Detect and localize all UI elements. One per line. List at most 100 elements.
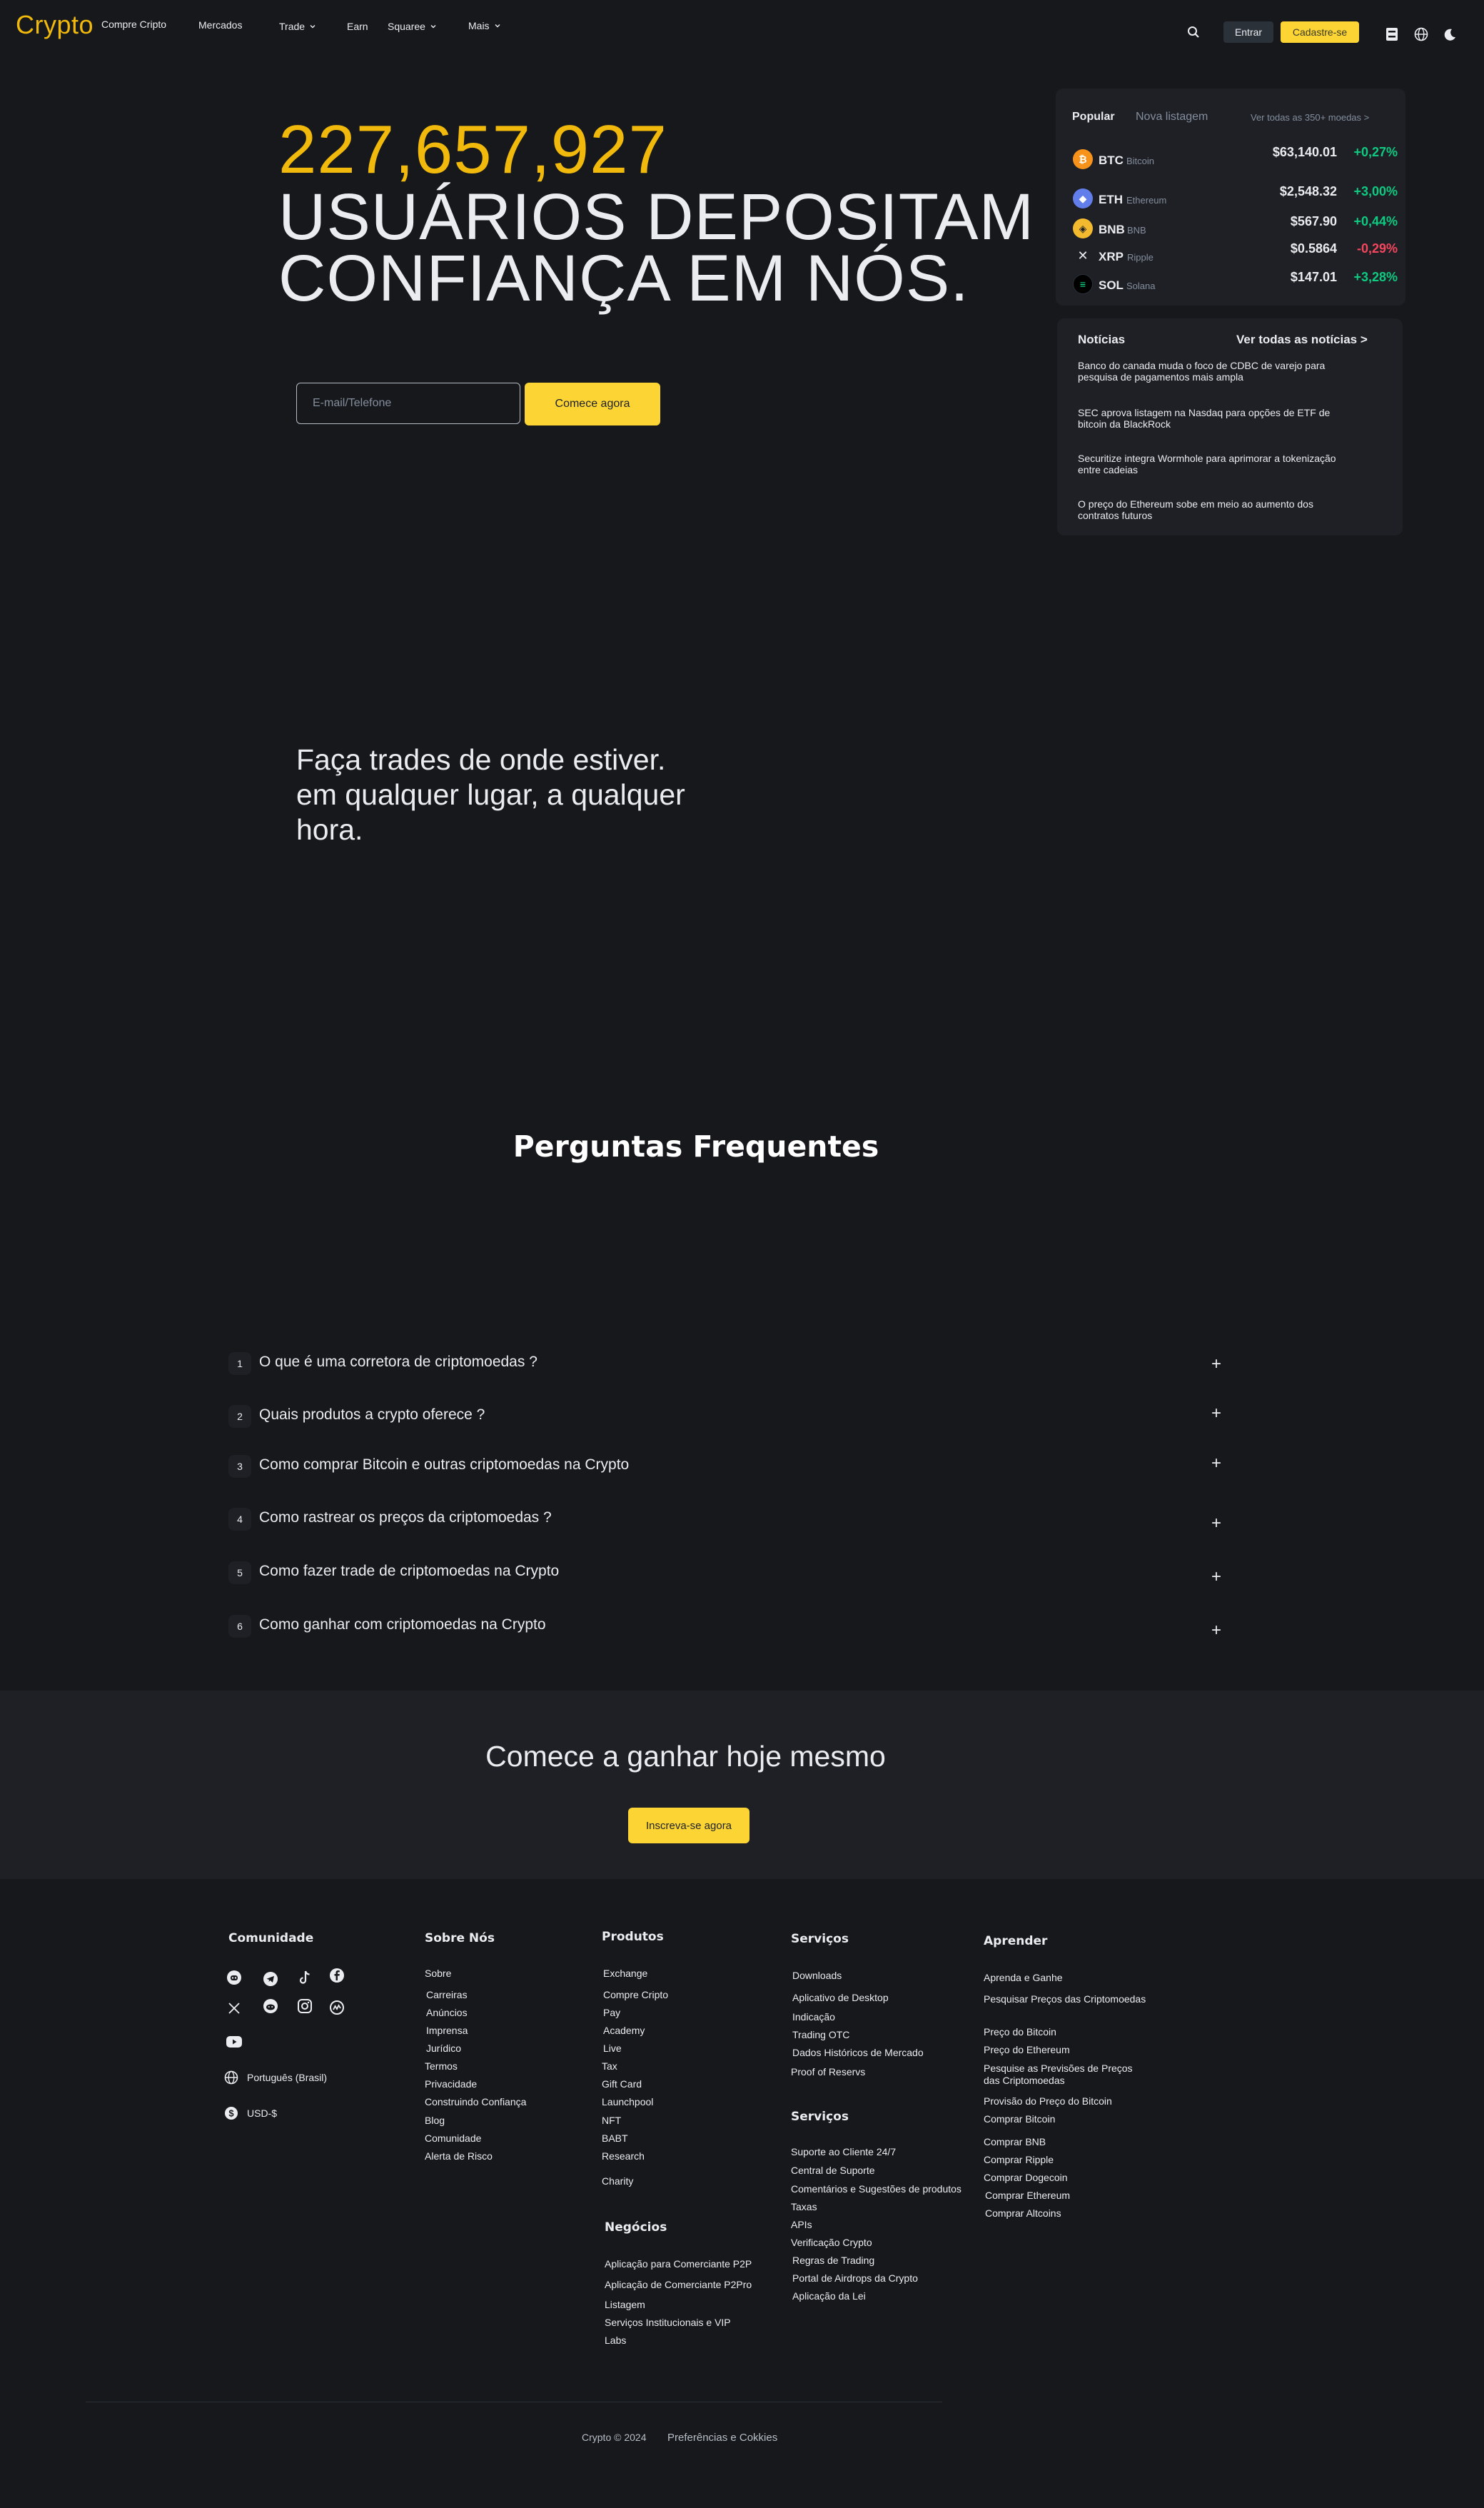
footer-link[interactable]: Dados Históricos de Mercado	[792, 2047, 924, 2059]
footer-link[interactable]: Downloads	[792, 1970, 842, 1982]
footer-link[interactable]: Comprar Altcoins	[985, 2207, 1061, 2220]
nav-compre-cripto[interactable]: Compre Cripto	[101, 19, 166, 30]
footer-link[interactable]: Comprar Bitcoin	[984, 2113, 1055, 2125]
tab-new-listing[interactable]: Nova listagem	[1136, 111, 1208, 124]
email-phone-input[interactable]	[296, 383, 520, 424]
nav-earn[interactable]: Earn	[347, 21, 368, 32]
coin-row-btc[interactable]: ₿ BTC Bitcoin $63,140.01 +0,27%	[1073, 145, 1398, 171]
footer-link[interactable]: Aprenda e Ganhe	[984, 1972, 1063, 1984]
footer-link[interactable]: Portal de Airdrops da Crypto	[792, 2272, 918, 2285]
plus-icon[interactable]: +	[1211, 1622, 1221, 1639]
footer-link[interactable]: Jurídico	[426, 2043, 461, 2055]
footer-link[interactable]: Suporte ao Cliente 24/7	[791, 2146, 896, 2158]
footer-link[interactable]: Exchange	[603, 1968, 647, 1980]
footer-link[interactable]: Listagem	[605, 2299, 645, 2311]
tab-popular[interactable]: Popular	[1072, 111, 1115, 124]
footer-link[interactable]: Aplicação da Lei	[792, 2290, 866, 2302]
footer-link[interactable]: Live	[603, 2043, 622, 2055]
footer-link[interactable]: Charity	[602, 2175, 633, 2187]
footer-link[interactable]: Anúncios	[426, 2007, 468, 2019]
faq-item-3[interactable]: 3 Como comprar Bitcoin e outras criptomo…	[228, 1451, 1228, 1479]
footer-link[interactable]: Aplicativo de Desktop	[792, 1992, 889, 2004]
nav-mercados[interactable]: Mercados	[198, 19, 242, 31]
plus-icon[interactable]: +	[1211, 1455, 1221, 1472]
signup-button[interactable]: Cadastre-se	[1281, 21, 1359, 43]
footer-link[interactable]: Gift Card	[602, 2078, 642, 2090]
news-item[interactable]: Banco do canada muda o foco de CDBC de v…	[1078, 360, 1356, 383]
footer-link[interactable]: APIs	[791, 2219, 812, 2231]
footer-link[interactable]: Labs	[605, 2335, 626, 2347]
news-item[interactable]: Securitize integra Wormhole para aprimor…	[1078, 453, 1356, 475]
tiktok-icon[interactable]	[296, 1969, 313, 1986]
cookie-preferences-link[interactable]: Preferências e Cokkies	[667, 2432, 777, 2444]
download-icon[interactable]	[1383, 26, 1400, 43]
footer-link[interactable]: Sobre	[425, 1968, 451, 1980]
footer-link[interactable]: Comunidade	[425, 2132, 481, 2145]
footer-link[interactable]: NFT	[602, 2115, 621, 2127]
plus-icon[interactable]: +	[1211, 1515, 1221, 1532]
footer-link[interactable]: Tax	[602, 2060, 617, 2073]
faq-item-2[interactable]: 2 Quais produtos a crypto oferece ? +	[228, 1401, 1228, 1429]
plus-icon[interactable]: +	[1211, 1405, 1221, 1422]
view-all-coins-link[interactable]: Ver todas as 350+ moedas >	[1251, 112, 1369, 123]
faq-item-5[interactable]: 5 Como fazer trade de criptomoedas na Cr…	[228, 1557, 1228, 1586]
faq-item-4[interactable]: 4 Como rastrear os preços da criptomoeda…	[228, 1504, 1228, 1532]
footer-link[interactable]: Proof of Reservs	[791, 2066, 865, 2078]
footer-link[interactable]: Preço do Bitcoin	[984, 2026, 1056, 2038]
footer-link[interactable]: Pay	[603, 2007, 620, 2019]
footer-link[interactable]: Privacidade	[425, 2078, 477, 2090]
language-selector[interactable]: Português (Brasil)	[224, 2070, 327, 2085]
footer-link[interactable]: Research	[602, 2150, 645, 2162]
footer-link[interactable]: Aplicação de Comerciante P2Pro	[605, 2279, 752, 2291]
footer-link[interactable]: Comprar BNB	[984, 2136, 1046, 2148]
nav-mais[interactable]: Mais	[468, 20, 501, 31]
reddit-icon[interactable]	[262, 1998, 279, 2015]
telegram-icon[interactable]	[262, 1970, 279, 1988]
footer-link[interactable]: Indicação	[792, 2011, 835, 2023]
currency-selector[interactable]: $ USD-$	[224, 2106, 277, 2120]
login-button[interactable]: Entrar	[1223, 21, 1273, 43]
footer-link[interactable]: Central de Suporte	[791, 2165, 875, 2177]
facebook-icon[interactable]	[328, 1967, 345, 1984]
footer-link[interactable]: Termos	[425, 2060, 458, 2073]
footer-link[interactable]: Preço do Ethereum	[984, 2044, 1070, 2056]
coin-row-xrp[interactable]: ✕ XRP Ripple $0.5864 -0,29%	[1073, 241, 1398, 267]
coin-row-eth[interactable]: ◆ ETH Ethereum $2,548.32 +3,00%	[1073, 184, 1398, 210]
footer-link[interactable]: Launchpool	[602, 2096, 653, 2108]
footer-link[interactable]: Carreiras	[426, 1989, 468, 2001]
brand-logo[interactable]: Crypto	[16, 10, 94, 40]
faq-item-1[interactable]: 1 O que é uma corretora de criptomoedas …	[228, 1348, 1228, 1376]
news-item[interactable]: O preço do Ethereum sobe em meio ao aume…	[1078, 498, 1356, 521]
footer-link[interactable]: Regras de Trading	[792, 2255, 874, 2267]
nav-trade[interactable]: Trade	[279, 21, 316, 32]
footer-link[interactable]: Comentários e Sugestões de produtos	[791, 2183, 961, 2195]
footer-link[interactable]: Construindo Confiança	[425, 2096, 526, 2108]
moon-icon[interactable]	[1441, 26, 1458, 44]
footer-link[interactable]: Blog	[425, 2115, 445, 2127]
globe-icon[interactable]	[1413, 26, 1430, 43]
x-icon[interactable]	[226, 2000, 243, 2017]
footer-link[interactable]: Serviços Institucionais e VIP	[605, 2317, 731, 2329]
footer-link[interactable]: Trading OTC	[792, 2029, 849, 2041]
footer-link[interactable]: Academy	[603, 2025, 645, 2037]
youtube-icon[interactable]	[226, 2033, 243, 2050]
footer-link[interactable]: Comprar Ripple	[984, 2154, 1054, 2166]
footer-link[interactable]: Comprar Ethereum	[985, 2190, 1070, 2202]
view-all-news-link[interactable]: Ver todas as notícias >	[1236, 333, 1368, 347]
footer-link[interactable]: Compre Cripto	[603, 1989, 668, 2001]
faq-item-6[interactable]: 6 Como ganhar com criptomoedas na Crypto…	[228, 1611, 1228, 1639]
footer-link[interactable]: BABT	[602, 2132, 628, 2145]
coinmarketcap-icon[interactable]	[328, 1999, 345, 2016]
footer-link[interactable]: Aplicação para Comerciante P2P	[605, 2258, 752, 2270]
footer-link[interactable]: Pesquise as Previsões de Preços das Crip…	[984, 2063, 1148, 2087]
news-item[interactable]: SEC aprova listagem na Nasdaq para opçõe…	[1078, 407, 1356, 430]
footer-link[interactable]: Taxas	[791, 2201, 817, 2213]
coin-row-bnb[interactable]: ◈ BNB BNB $567.90 +0,44%	[1073, 214, 1398, 240]
discord-icon[interactable]	[226, 1969, 243, 1986]
start-now-button[interactable]: Comece agora	[525, 383, 660, 425]
footer-link[interactable]: Verificação Crypto	[791, 2237, 872, 2249]
footer-link[interactable]: Imprensa	[426, 2025, 468, 2037]
instagram-icon[interactable]	[296, 1998, 313, 2015]
nav-squaree[interactable]: Squaree	[388, 21, 437, 32]
search-icon[interactable]	[1185, 24, 1202, 41]
